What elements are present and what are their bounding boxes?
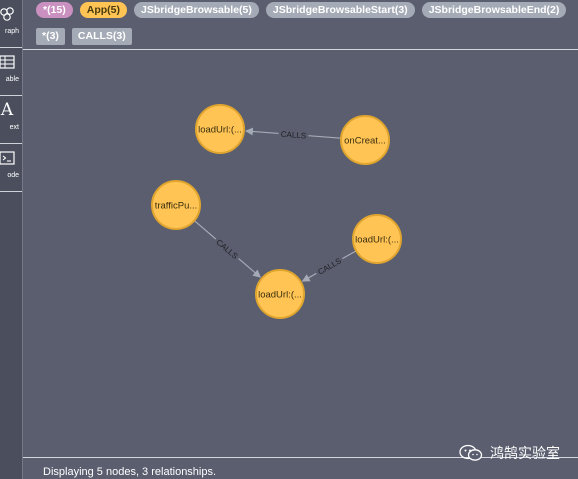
status-text: Displaying 5 nodes, 3 relationships. (43, 466, 217, 478)
graph-canvas[interactable]: CALLS CALLS CALLS loadUrl:(... onCreat... tr… (0, 0, 578, 479)
graph-node-caption: loadUrl:(... (355, 235, 399, 246)
wechat-icon (459, 444, 483, 461)
graph-node-caption: loadUrl:(... (258, 290, 302, 301)
relationship-label: CALLS (316, 256, 342, 276)
graph-node-caption: loadUrl:(... (198, 125, 242, 136)
relationship-label: CALLS (280, 130, 306, 141)
relationship-label: CALLS (214, 238, 239, 261)
graph-node-caption: onCreat... (344, 136, 386, 147)
watermark: 鸿鹄实验室 (459, 443, 560, 463)
watermark-text: 鸿鹄实验室 (490, 445, 560, 461)
graph-node-caption: trafficPu... (155, 201, 198, 212)
